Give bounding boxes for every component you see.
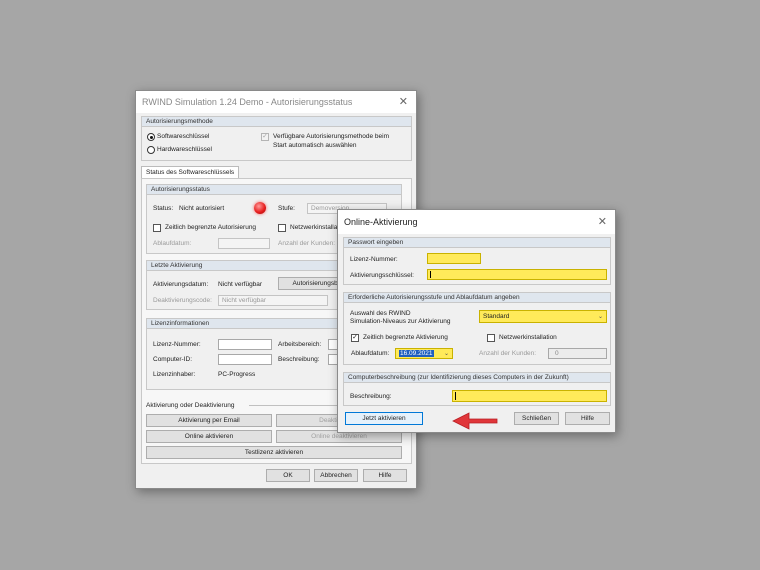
online-expiry-label: Ablaufdatum: [351,350,390,357]
activation-key-field[interactable] [427,269,607,280]
main-window-titlebar: RWIND Simulation 1.24 Demo - Autorisieru… [136,91,416,113]
computer-id-label: Computer-ID: [153,356,193,363]
online-customer-count-value: 0 [555,350,559,357]
license-owner-value: PC-Progress [218,371,256,378]
authorization-method-group: Autorisierungsmethode Softwareschlüssel … [141,116,412,161]
online-license-number-label: Lizenz-Nummer: [350,256,398,263]
password-group: Passwort eingeben Lizenz-Nummer: Aktivie… [343,237,611,285]
expiry-date-field[interactable] [218,238,270,249]
software-key-label: Softwareschlüssel [157,133,210,140]
chevron-down-icon: ⌄ [443,351,449,357]
status-value: Nicht autorisiert [179,205,225,212]
ok-button[interactable]: OK [266,469,310,482]
red-arrow-left-icon [452,412,498,430]
online-help-button[interactable]: Hilfe [565,412,610,425]
text-cursor [455,392,456,400]
online-activation-dialog: Online-Aktivierung ✕ Passwort eingeben L… [337,209,616,433]
text-cursor [430,271,431,278]
activate-by-email-button[interactable]: Aktivierung per Email [146,414,272,427]
deactivation-code-field[interactable]: Nicht verfügbar [218,295,328,306]
level-selection-label-line2: Simulation-Niveaus zur Aktivierung [350,318,451,325]
level-expiry-header: Erforderliche Autorisierungsstufe und Ab… [344,293,610,303]
time-limited-activation-checkbox[interactable]: ✓ [351,334,359,342]
online-dialog-close-icon[interactable]: ✕ [598,210,607,234]
online-customer-count-field[interactable]: 0 [548,348,607,359]
license-number-field[interactable] [218,339,272,350]
chevron-down-icon: ⌄ [597,314,603,320]
computer-description-label: Beschreibung: [350,393,392,400]
expiry-date-label: Ablaufdatum: [153,240,192,247]
time-limited-authorization-label: Zeitlich begrenzte Autorisierung [165,224,257,231]
time-limited-authorization-checkbox[interactable] [153,224,161,232]
expiry-date-value: 16.09.2021 [399,350,434,357]
license-owner-label: Lizenzinhaber: [153,371,196,378]
main-window-close-icon[interactable]: ✕ [399,91,408,113]
auto-select-method-checkbox[interactable]: ✓ [261,133,269,141]
time-limited-activation-label: Zeitlich begrenzte Aktivierung [363,334,448,341]
online-license-number-field[interactable] [427,253,481,264]
hardware-key-label: Hardwareschlüssel [157,146,212,153]
deactivation-code-value: Nicht verfügbar [222,297,267,304]
computer-description-header: Computerbeschreibung (zur Identifizierun… [344,373,610,383]
activation-date-label: Aktivierungsdatum: [153,281,209,288]
hardware-key-radio[interactable] [147,146,155,154]
software-key-radio[interactable] [147,133,155,141]
activate-now-button[interactable]: Jetzt aktivieren [345,412,423,425]
auto-select-label-line2: Start automatisch auswählen [273,142,357,149]
online-dialog-title: Online-Aktivierung [344,217,418,227]
main-window-title: RWIND Simulation 1.24 Demo - Autorisieru… [142,97,353,107]
red-status-led-icon [254,202,266,214]
expiry-date-picker[interactable]: 16.09.2021 ⌄ [395,348,453,359]
license-description-label: Beschreibung: [278,356,320,363]
online-network-installation-label: Netzwerkinstallation [499,334,557,341]
close-dialog-button[interactable]: Schließen [514,412,559,425]
cancel-button[interactable]: Abbrechen [314,469,358,482]
main-help-button[interactable]: Hilfe [363,469,407,482]
workspace-label: Arbeitsbereich: [278,341,322,348]
network-installation-checkbox[interactable] [278,224,286,232]
license-number-label: Lizenz-Nummer: [153,341,201,348]
activation-date-value: Nicht verfügbar [218,281,263,288]
customer-count-label: Anzahl der Kunden: [278,240,336,247]
computer-description-field[interactable] [452,390,607,402]
online-network-installation-checkbox[interactable] [487,334,495,342]
desktop-background: { "main_window": { "title": "RWIND Simul… [0,0,760,570]
computer-id-field[interactable] [218,354,272,365]
level-select-value: Standard [483,313,510,320]
activation-section-header: Aktivierung oder Deaktivierung [146,402,235,409]
password-group-header: Passwort eingeben [344,238,610,248]
online-customer-count-label: Anzahl der Kunden: [479,350,537,357]
level-label: Stufe: [278,205,295,212]
auto-select-label-line1: Verfügbare Autorisierungsmethode beim [273,133,389,140]
online-activate-button[interactable]: Online aktivieren [146,430,272,443]
activate-test-license-button[interactable]: Testlizenz aktivieren [146,446,402,459]
status-label: Status: [153,205,174,212]
authorization-method-header: Autorisierungsmethode [142,117,411,127]
computer-description-group: Computerbeschreibung (zur Identifizierun… [343,372,611,406]
activation-key-label: Aktivierungsschlüssel: [350,272,414,279]
online-dialog-titlebar: Online-Aktivierung ✕ [338,210,615,234]
deactivation-code-label: Deaktivierungscode: [153,297,212,304]
level-select-dropdown[interactable]: Standard ⌄ [479,310,607,323]
level-expiry-group: Erforderliche Autorisierungsstufe und Ab… [343,292,611,365]
authorization-status-header: Autorisierungsstatus [147,185,401,195]
